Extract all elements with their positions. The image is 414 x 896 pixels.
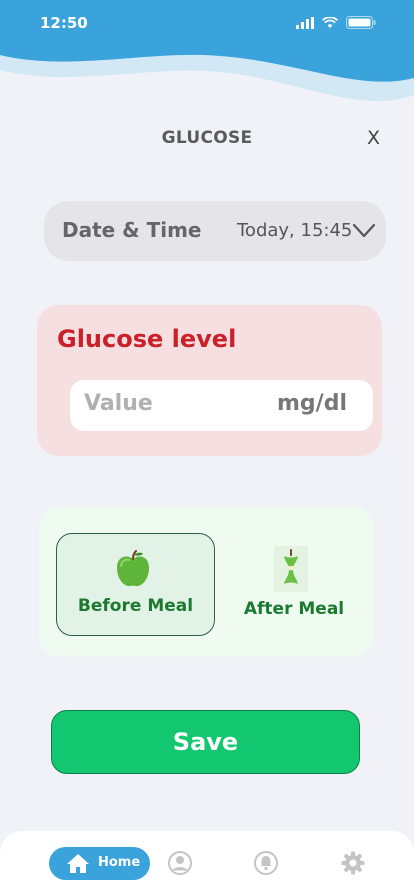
nav-home-button[interactable]: Home xyxy=(49,847,150,880)
datetime-label: Date & Time xyxy=(62,218,202,242)
status-icons xyxy=(296,16,376,29)
gear-icon[interactable] xyxy=(341,851,365,875)
chevron-down-icon[interactable] xyxy=(352,223,376,239)
value-box[interactable]: mg/dl xyxy=(70,380,373,431)
after-meal-label: After Meal xyxy=(243,599,345,619)
datetime-value: Today, 15:45 xyxy=(237,220,353,241)
page-title: GLUCOSE xyxy=(161,128,253,148)
signal-icon xyxy=(296,16,314,29)
status-bar: 12:50 xyxy=(0,0,414,48)
glucose-value-input[interactable] xyxy=(82,390,266,417)
apple-core-icon xyxy=(274,546,308,592)
profile-icon[interactable] xyxy=(168,851,192,875)
save-button[interactable]: Save xyxy=(51,710,360,774)
nav-home-label: Home xyxy=(98,855,141,870)
status-time: 12:50 xyxy=(40,14,88,32)
glucose-label: Glucose level xyxy=(57,325,237,353)
after-meal-option[interactable]: After Meal xyxy=(234,533,354,634)
glucose-card: Glucose level mg/dl xyxy=(37,305,382,456)
close-button[interactable]: X xyxy=(367,127,380,149)
datetime-selector[interactable]: Date & Time Today, 15:45 xyxy=(44,201,386,261)
bottom-nav: Home xyxy=(0,831,414,896)
battery-icon xyxy=(346,16,376,29)
unit-label: mg/dl xyxy=(277,391,347,416)
meal-card: Before Meal After Meal xyxy=(39,506,374,657)
before-meal-label: Before Meal xyxy=(77,596,194,616)
apple-icon xyxy=(117,550,149,587)
bell-icon[interactable] xyxy=(254,851,278,875)
home-icon xyxy=(67,854,89,873)
before-meal-option[interactable]: Before Meal xyxy=(56,533,215,636)
wifi-icon xyxy=(322,16,338,28)
